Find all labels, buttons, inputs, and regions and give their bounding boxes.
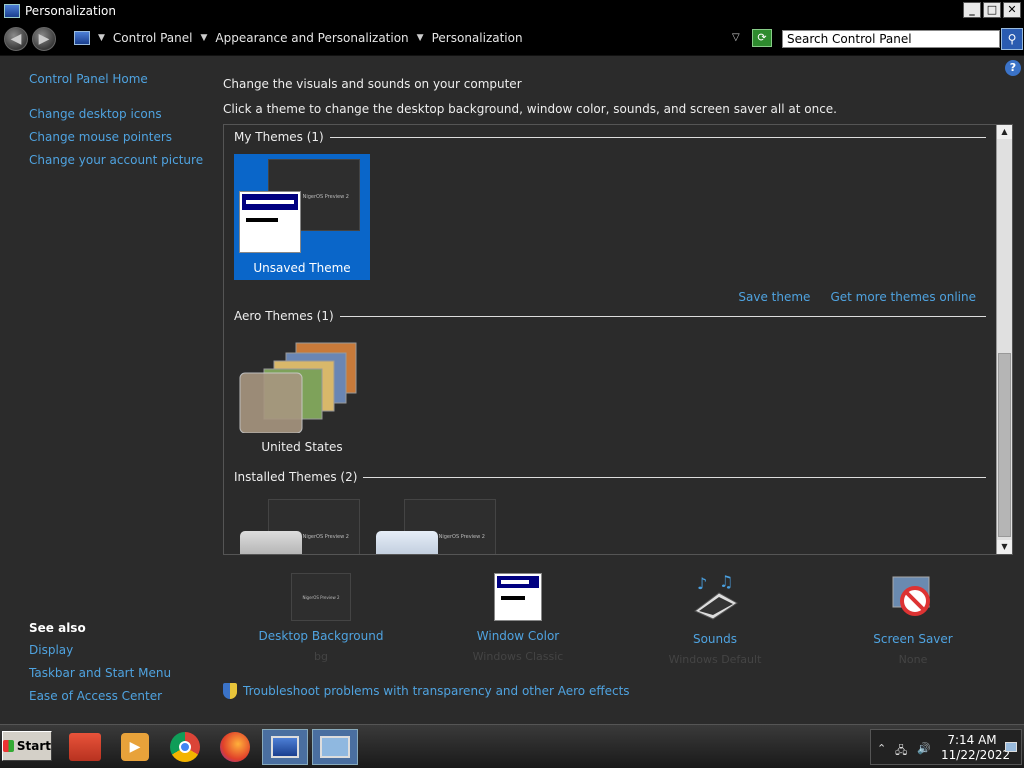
see-also-heading: See also	[29, 621, 86, 635]
control-panel-home-link[interactable]: Control Panel Home	[29, 72, 148, 86]
theme-actions: Save theme Get more themes online	[738, 290, 976, 304]
start-label: Start	[16, 739, 51, 753]
windows-flag-icon	[3, 740, 14, 752]
system-tray: ⌃ 🖧 🔊 7:14 AM 11/22/2022	[870, 729, 1022, 765]
desktop-background-icon: NigerOS Preview 2	[291, 573, 351, 621]
window-color-icon	[494, 573, 542, 621]
ease-of-access-link[interactable]: Ease of Access Center	[29, 689, 162, 703]
svg-text:♪: ♪	[697, 574, 707, 593]
chevron-down-icon[interactable]: ▼	[201, 33, 208, 43]
page-description: Click a theme to change the desktop back…	[223, 102, 837, 116]
address-dropdown-icon[interactable]: ▽	[732, 32, 740, 43]
scroll-down-icon[interactable]: ▼	[997, 540, 1012, 554]
sounds-icon: ♪ ♫	[694, 572, 738, 620]
theme-installed-1[interactable]: NigerOS Preview 2	[234, 494, 370, 554]
group-installed-themes: Installed Themes (2)	[234, 470, 986, 484]
group-label: Aero Themes (1)	[234, 309, 334, 323]
landscape-preview-icon	[239, 342, 357, 433]
get-more-themes-link[interactable]: Get more themes online	[830, 290, 976, 304]
setting-value: None	[898, 653, 928, 666]
change-account-picture-link[interactable]: Change your account picture	[29, 153, 203, 167]
maximize-button[interactable]: □	[983, 2, 1001, 18]
group-label: My Themes (1)	[234, 130, 324, 144]
close-button[interactable]: ✕	[1003, 2, 1021, 18]
setting-name: Window Color	[476, 629, 560, 643]
breadcrumb-appearance[interactable]: Appearance and Personalization	[215, 31, 408, 45]
breadcrumb: ▼ Control Panel ▼ Appearance and Persona…	[74, 31, 523, 45]
setting-name: Desktop Background	[258, 629, 384, 643]
setting-value: Windows Default	[668, 653, 762, 666]
breadcrumb-personalization[interactable]: Personalization	[432, 31, 523, 45]
window-preview	[239, 191, 301, 253]
window-preview	[240, 531, 302, 554]
theme-united-states[interactable]: United States	[234, 333, 370, 459]
window-title: Personalization	[25, 4, 116, 18]
setting-name: Screen Saver	[873, 632, 953, 646]
title-bar: Personalization _ □ ✕	[0, 0, 1024, 22]
taskbar-monitor-icon[interactable]	[262, 729, 308, 765]
svg-text:♫: ♫	[719, 573, 733, 591]
chevron-down-icon[interactable]: ▼	[98, 33, 105, 43]
save-theme-link[interactable]: Save theme	[738, 290, 810, 304]
clock[interactable]: 7:14 AM 11/22/2022	[941, 733, 1011, 763]
taskbar-personalization-icon[interactable]	[312, 729, 358, 765]
theme-unsaved[interactable]: NigerOS Preview 2 Unsaved Theme	[234, 154, 370, 280]
window-color-setting[interactable]: Window Color Windows Classic	[443, 573, 593, 663]
taskbar: Start ▶ ⌃ 🖧 🔊 7:14 AM 11/22/2022	[0, 724, 1024, 768]
scroll-thumb[interactable]	[998, 353, 1011, 537]
search-icon[interactable]: ⚲	[1001, 28, 1023, 50]
address-bar: ◀ ▶ ▼ Control Panel ▼ Appearance and Per…	[0, 22, 1024, 56]
troubleshoot-link[interactable]: Troubleshoot problems with transparency …	[223, 683, 630, 699]
tray-expand-icon[interactable]: ⌃	[877, 742, 886, 755]
search-input[interactable]: Search Control Panel	[782, 30, 1000, 48]
volume-icon[interactable]: 🔊	[917, 742, 931, 755]
chevron-down-icon[interactable]: ▼	[417, 33, 424, 43]
taskbar-firefox-icon[interactable]	[212, 729, 258, 765]
start-button[interactable]: Start	[2, 731, 52, 761]
theme-installed-2[interactable]: NigerOS Preview 2	[370, 494, 506, 554]
taskbar-file-manager-icon[interactable]	[62, 729, 108, 765]
clock-time: 7:14 AM	[947, 733, 997, 747]
taskbar-chrome-icon[interactable]	[162, 729, 208, 765]
refresh-button[interactable]: ⟳	[752, 29, 772, 47]
network-icon[interactable]: 🖧	[895, 742, 907, 761]
change-mouse-pointers-link[interactable]: Change mouse pointers	[29, 130, 172, 144]
clock-date: 11/22/2022	[941, 748, 1011, 762]
sounds-setting[interactable]: ♪ ♫ Sounds Windows Default	[640, 572, 790, 666]
breadcrumb-control-panel[interactable]: Control Panel	[113, 31, 193, 45]
back-button[interactable]: ◀	[4, 27, 28, 51]
page-title: Change the visuals and sounds on your co…	[223, 77, 522, 91]
show-desktop-icon[interactable]	[1005, 742, 1017, 752]
screen-saver-setting[interactable]: Screen Saver None	[838, 573, 988, 666]
left-pane: Control Panel Home Change desktop icons …	[0, 56, 214, 724]
setting-value: bg	[314, 650, 328, 663]
display-link[interactable]: Display	[29, 643, 73, 657]
personalization-icon	[4, 4, 20, 18]
setting-name: Sounds	[692, 632, 738, 646]
control-panel-icon	[74, 31, 90, 45]
theme-list: My Themes (1) NigerOS Preview 2 Unsaved …	[223, 124, 1013, 555]
theme-scrollbar[interactable]: ▲ ▼	[996, 125, 1012, 554]
screen-saver-icon	[892, 576, 930, 616]
window-preview	[376, 531, 438, 554]
group-my-themes: My Themes (1)	[234, 130, 986, 144]
taskbar-start-menu-link[interactable]: Taskbar and Start Menu	[29, 666, 171, 680]
forward-button[interactable]: ▶	[32, 27, 56, 51]
minimize-button[interactable]: _	[963, 2, 981, 18]
group-aero-themes: Aero Themes (1)	[234, 309, 986, 323]
setting-value: Windows Classic	[472, 650, 564, 663]
group-label: Installed Themes (2)	[234, 470, 358, 484]
troubleshoot-label[interactable]: Troubleshoot problems with transparency …	[243, 684, 630, 698]
theme-label: United States	[261, 440, 343, 454]
theme-label: Unsaved Theme	[253, 261, 351, 275]
desktop-background-setting[interactable]: NigerOS Preview 2 Desktop Background bg	[246, 573, 396, 663]
change-desktop-icons-link[interactable]: Change desktop icons	[29, 107, 162, 121]
help-icon[interactable]: ?	[1005, 60, 1021, 76]
shield-icon	[223, 683, 237, 699]
taskbar-media-player-icon[interactable]: ▶	[112, 729, 158, 765]
scroll-up-icon[interactable]: ▲	[997, 125, 1012, 139]
